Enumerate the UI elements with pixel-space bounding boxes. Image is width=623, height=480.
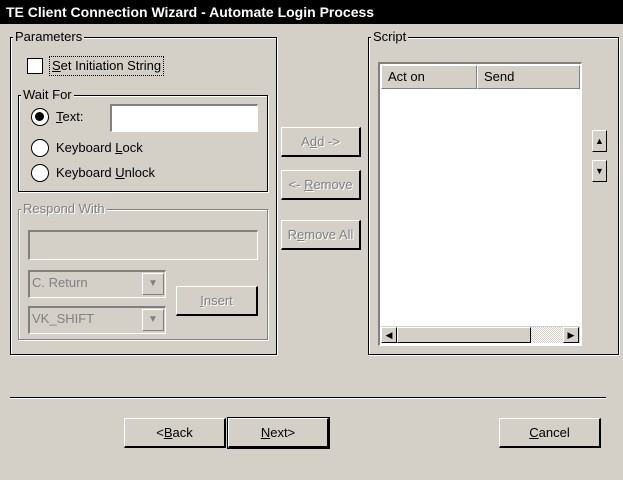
radio-keyboard-unlock-label[interactable]: Keyboard Unlock (56, 164, 155, 182)
left-arrow-icon[interactable]: ◀ (381, 327, 397, 343)
respond-with-text-input[interactable] (28, 230, 258, 260)
back-button[interactable]: <Back (124, 418, 226, 448)
up-arrow-icon[interactable]: ▲ (592, 130, 607, 152)
column-header-act-on[interactable]: Act on (381, 65, 477, 89)
radio-keyboard-lock-label[interactable]: Keyboard Lock (56, 139, 143, 157)
set-initiation-string-label[interactable]: Set Initiation String (48, 56, 165, 76)
horizontal-scrollbar[interactable]: ◀ ▶ (381, 326, 580, 343)
key-combo[interactable]: C. Return ▼ (28, 270, 166, 298)
remove-button[interactable]: <- Remove (281, 170, 361, 200)
respond-with-legend: Respond With (21, 201, 107, 216)
add-button[interactable]: Add -> (281, 127, 361, 157)
modifier-combo[interactable]: VK_SHIFT ▼ (28, 306, 166, 334)
scroll-thumb[interactable] (397, 327, 531, 343)
separator-line (10, 397, 606, 399)
script-legend: Script (371, 29, 409, 44)
key-combo-value: C. Return (32, 275, 88, 290)
insert-button[interactable]: Insert (176, 286, 258, 316)
scroll-track[interactable] (531, 327, 563, 343)
remove-all-button[interactable]: Remove All (281, 220, 361, 250)
column-header-send[interactable]: Send (477, 65, 580, 89)
set-initiation-string-checkbox[interactable] (27, 58, 43, 74)
modifier-combo-value: VK_SHIFT (32, 311, 95, 326)
next-button[interactable]: Next> (227, 417, 330, 449)
window-title: TE Client Connection Wizard - Automate L… (0, 0, 623, 24)
right-arrow-icon[interactable]: ▶ (563, 327, 579, 343)
wait-for-text-input[interactable] (110, 104, 258, 132)
wait-for-legend: Wait For (21, 87, 74, 102)
parameters-legend: Parameters (13, 29, 85, 44)
radio-text[interactable] (31, 108, 49, 126)
chevron-down-icon[interactable]: ▼ (142, 273, 164, 295)
radio-selected-dot (35, 112, 44, 121)
down-arrow-icon[interactable]: ▼ (592, 160, 607, 182)
radio-keyboard-lock[interactable] (31, 139, 49, 157)
radio-keyboard-unlock[interactable] (31, 164, 49, 182)
cancel-button[interactable]: Cancel (499, 418, 601, 448)
script-list[interactable] (378, 62, 582, 346)
radio-text-label[interactable]: Text: (56, 108, 83, 126)
chevron-down-icon[interactable]: ▼ (142, 309, 164, 331)
